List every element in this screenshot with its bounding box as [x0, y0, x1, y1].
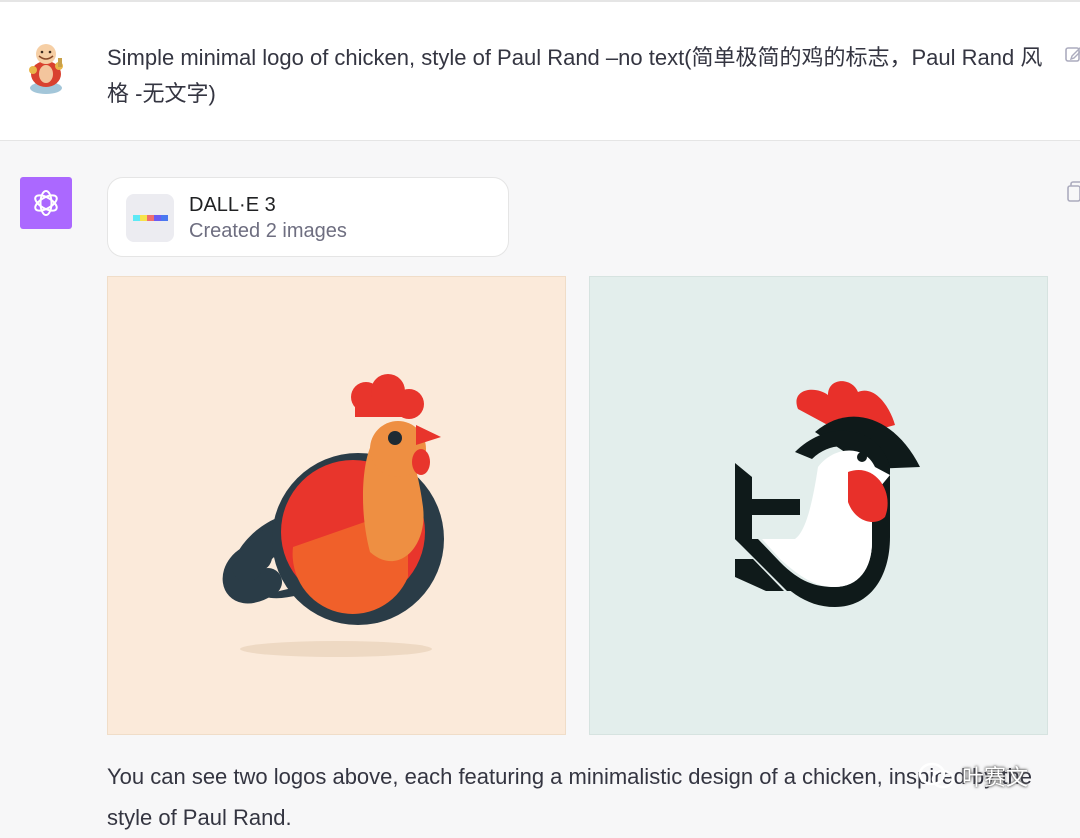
edit-icon[interactable] — [1064, 44, 1080, 64]
tool-subtitle: Created 2 images — [189, 220, 347, 242]
user-message-row: Simple minimal logo of chicken, style of… — [0, 2, 1080, 141]
generated-image-2[interactable] — [589, 276, 1048, 735]
assistant-reply-text: You can see two logos above, each featur… — [107, 764, 1032, 830]
dalle-icon-bar — [154, 215, 161, 221]
dalle-tool-card[interactable]: DALL·E 3 Created 2 images — [107, 177, 509, 257]
dalle-icon-bar — [133, 215, 140, 221]
watermark-text: 叶赛文 — [962, 765, 1029, 790]
watermark: 叶赛文 — [918, 760, 1028, 792]
dalle-icon — [126, 194, 174, 242]
user-avatar — [22, 36, 70, 96]
chatgpt-avatar — [20, 177, 72, 229]
generated-image-1[interactable] — [107, 276, 566, 735]
dalle-icon-bar — [140, 215, 147, 221]
dalle-icon-bar — [147, 215, 154, 221]
dalle-icon-bar — [161, 215, 168, 221]
copy-icon[interactable] — [1066, 180, 1080, 204]
tool-title: DALL·E 3 — [189, 194, 276, 216]
user-message-text: Simple minimal logo of chicken, style of… — [107, 45, 1043, 106]
openai-logo-icon — [34, 190, 58, 216]
wechat-icon — [918, 762, 955, 789]
